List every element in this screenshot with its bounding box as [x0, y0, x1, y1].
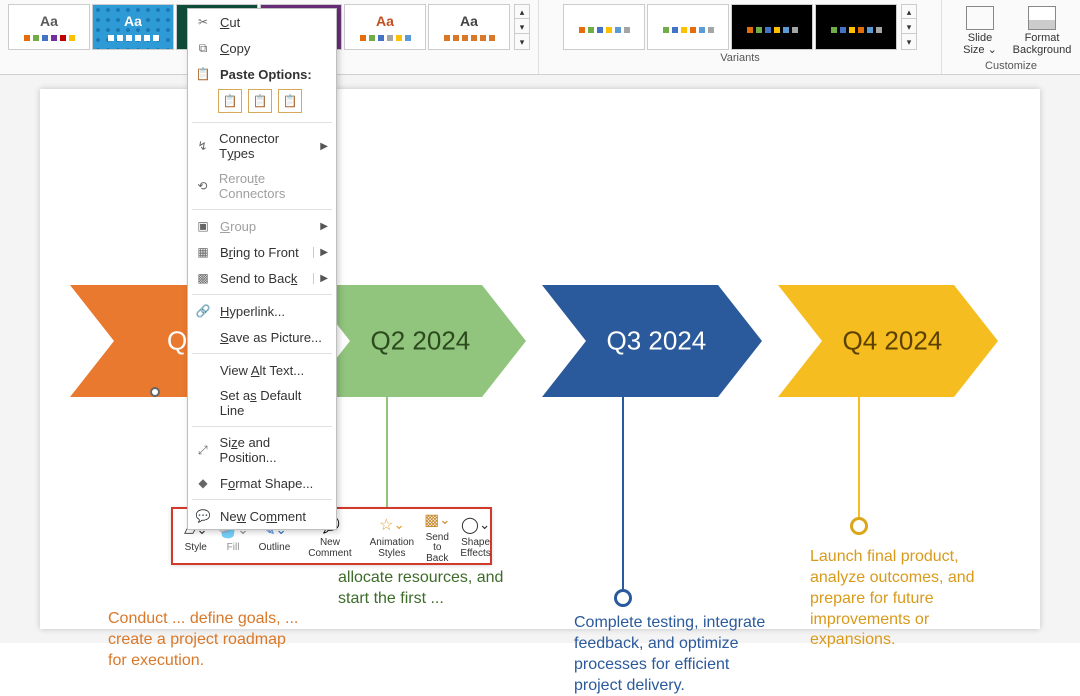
- group-icon: ▣: [194, 218, 212, 234]
- ctx-separator: [192, 209, 332, 210]
- gallery-more-icon[interactable]: ▾: [902, 35, 916, 49]
- mini-new-comment-label: New Comment: [308, 538, 351, 559]
- slide-size-icon: [966, 6, 994, 30]
- connector-q4-bulb: [850, 517, 868, 535]
- ctx-paste-header-label: Paste Options:: [220, 67, 312, 82]
- scissors-icon: ✂: [194, 14, 212, 30]
- mini-send-to-back-label: Send to Back: [424, 533, 450, 565]
- comment-icon: 💬: [194, 508, 212, 524]
- ctx-format-shape[interactable]: ◆Format Shape...: [188, 470, 336, 496]
- chevron-right-icon: ▶: [320, 221, 328, 232]
- ctx-view-alt-text[interactable]: View Alt Text...: [188, 357, 336, 383]
- star-icon: ☆⌄: [379, 513, 405, 537]
- clipboard-icon: 📋: [194, 66, 212, 82]
- paste-picture[interactable]: 📋: [278, 89, 302, 113]
- customize-group: Slide Size ⌄ Format Background Customize: [942, 0, 1080, 74]
- ctx-new-comment[interactable]: 💬New Comment: [188, 503, 336, 529]
- ctx-set-default-line[interactable]: Set as Default Line: [188, 383, 336, 423]
- ctx-reroute-connectors: ⟲Reroute Connectors: [188, 166, 336, 206]
- variants-group-label: Variants: [720, 52, 760, 64]
- size-icon: ⤢: [194, 442, 212, 458]
- variants-group: ▴ ▾ ▾ Variants: [539, 0, 942, 74]
- mini-outline-label: Outline: [259, 543, 291, 554]
- format-background-button[interactable]: Format Background: [1012, 4, 1072, 58]
- connector-q3-bulb: [614, 589, 632, 607]
- variant-thumbnail[interactable]: [563, 4, 645, 50]
- theme-thumbnail[interactable]: Aa: [8, 4, 90, 50]
- mini-send-to-back-button[interactable]: ▩⌄ Send to Back: [419, 508, 455, 565]
- gallery-down-icon[interactable]: ▾: [515, 20, 529, 34]
- gallery-up-icon[interactable]: ▴: [515, 5, 529, 19]
- copy-icon: ⧉: [194, 40, 212, 56]
- connector-icon: ↯: [194, 138, 211, 154]
- variant-thumbnail[interactable]: [647, 4, 729, 50]
- ctx-paste-options: 📋 📋 📋: [188, 87, 336, 119]
- themes-gallery-expand[interactable]: ▴ ▾ ▾: [514, 4, 530, 50]
- paste-keep-source[interactable]: 📋: [248, 89, 272, 113]
- mini-animation-styles-button[interactable]: ☆⌄ Animation Styles: [365, 513, 419, 559]
- send-back-icon: ▩⌄: [424, 508, 450, 532]
- link-icon: 🔗: [194, 303, 212, 319]
- ctx-save-as-picture[interactable]: Save as Picture...: [188, 324, 336, 350]
- ctx-size-and-position[interactable]: ⤢Size and Position...: [188, 430, 336, 470]
- ctx-hyperlink[interactable]: 🔗Hyperlink...: [188, 298, 336, 324]
- variants-gallery-expand[interactable]: ▴ ▾ ▾: [901, 4, 917, 50]
- mini-shape-effects-label: Shape Effects: [460, 538, 490, 559]
- ctx-send-to-back[interactable]: ▩Send to Back▶: [188, 265, 336, 291]
- ctx-connector-types[interactable]: ↯Connector Types▶: [188, 126, 336, 166]
- connector-q4[interactable]: [858, 397, 860, 517]
- ctx-copy[interactable]: ⧉Copy: [188, 35, 336, 61]
- shape-effects-icon: ◯⌄: [461, 513, 490, 537]
- chevron-q4[interactable]: Q4 2024: [778, 285, 998, 397]
- theme-thumbnail[interactable]: Aa: [428, 4, 510, 50]
- format-shape-icon: ◆: [194, 475, 212, 491]
- chevron-q3[interactable]: Q3 2024: [542, 285, 762, 397]
- desc-q1[interactable]: Conduct ... define goals, ... create a p…: [108, 609, 308, 671]
- ctx-paste-header: 📋 Paste Options:: [188, 61, 336, 87]
- mini-fill-label: Fill: [227, 543, 240, 554]
- format-background-label: Format Background: [1013, 32, 1072, 56]
- variant-thumbnail[interactable]: [815, 4, 897, 50]
- customize-group-label: Customize: [985, 60, 1037, 72]
- variants-gallery: ▴ ▾ ▾: [547, 4, 933, 50]
- format-background-icon: [1028, 6, 1056, 30]
- desc-q4[interactable]: Launch final product, analyze outcomes, …: [810, 547, 1010, 651]
- ctx-bring-to-front[interactable]: ▦Bring to Front▶: [188, 239, 336, 265]
- desc-q3[interactable]: Complete testing, integrate feedback, an…: [574, 613, 774, 696]
- chevron-q4-label: Q4 2024: [843, 326, 943, 357]
- variant-thumbnail[interactable]: [731, 4, 813, 50]
- chevron-right-icon: ▶: [320, 141, 328, 152]
- theme-thumbnail[interactable]: Aa: [344, 4, 426, 50]
- gallery-more-icon[interactable]: ▾: [515, 35, 529, 49]
- split-dropdown-icon[interactable]: ▶: [313, 247, 328, 258]
- split-dropdown-icon[interactable]: ▶: [313, 273, 328, 284]
- connector-q3[interactable]: [622, 397, 624, 593]
- paste-use-destination[interactable]: 📋: [218, 89, 242, 113]
- ctx-separator: [192, 353, 332, 354]
- mini-style-label: Style: [185, 543, 207, 554]
- gallery-up-icon[interactable]: ▴: [902, 5, 916, 19]
- bring-front-icon: ▦: [194, 244, 212, 260]
- design-ribbon: AaAaAaAaAaAa ▴ ▾ ▾ Themes ▴ ▾ ▾ Variants…: [0, 0, 1080, 75]
- reroute-icon: ⟲: [194, 178, 211, 194]
- theme-thumbnail[interactable]: Aa: [92, 4, 174, 50]
- mini-animation-styles-label: Animation Styles: [370, 538, 414, 559]
- slide-size-label: Slide Size ⌄: [963, 32, 997, 56]
- ctx-separator: [192, 122, 332, 123]
- slide-size-button[interactable]: Slide Size ⌄: [950, 4, 1010, 58]
- ctx-separator: [192, 426, 332, 427]
- send-back-icon: ▩: [194, 270, 212, 286]
- chevron-q2-label: Q2 2024: [371, 326, 471, 357]
- ctx-separator: [192, 499, 332, 500]
- gallery-down-icon[interactable]: ▾: [902, 20, 916, 34]
- chevron-q2[interactable]: Q2 2024: [306, 285, 526, 397]
- ctx-group: ▣Group▶: [188, 213, 336, 239]
- ctx-separator: [192, 294, 332, 295]
- context-menu: ✂Cut ⧉Copy 📋 Paste Options: 📋 📋 📋 ↯Connec…: [187, 8, 337, 530]
- slide-canvas-area[interactable]: Q1 Q2 2024 Q3 2024 Q4 2024 Conduct ... d…: [0, 75, 1080, 643]
- ctx-cut[interactable]: ✂Cut: [188, 9, 336, 35]
- mini-shape-effects-button[interactable]: ◯⌄ Shape Effects: [455, 513, 495, 559]
- connector-q2[interactable]: [386, 397, 388, 517]
- chevron-q3-label: Q3 2024: [607, 326, 707, 357]
